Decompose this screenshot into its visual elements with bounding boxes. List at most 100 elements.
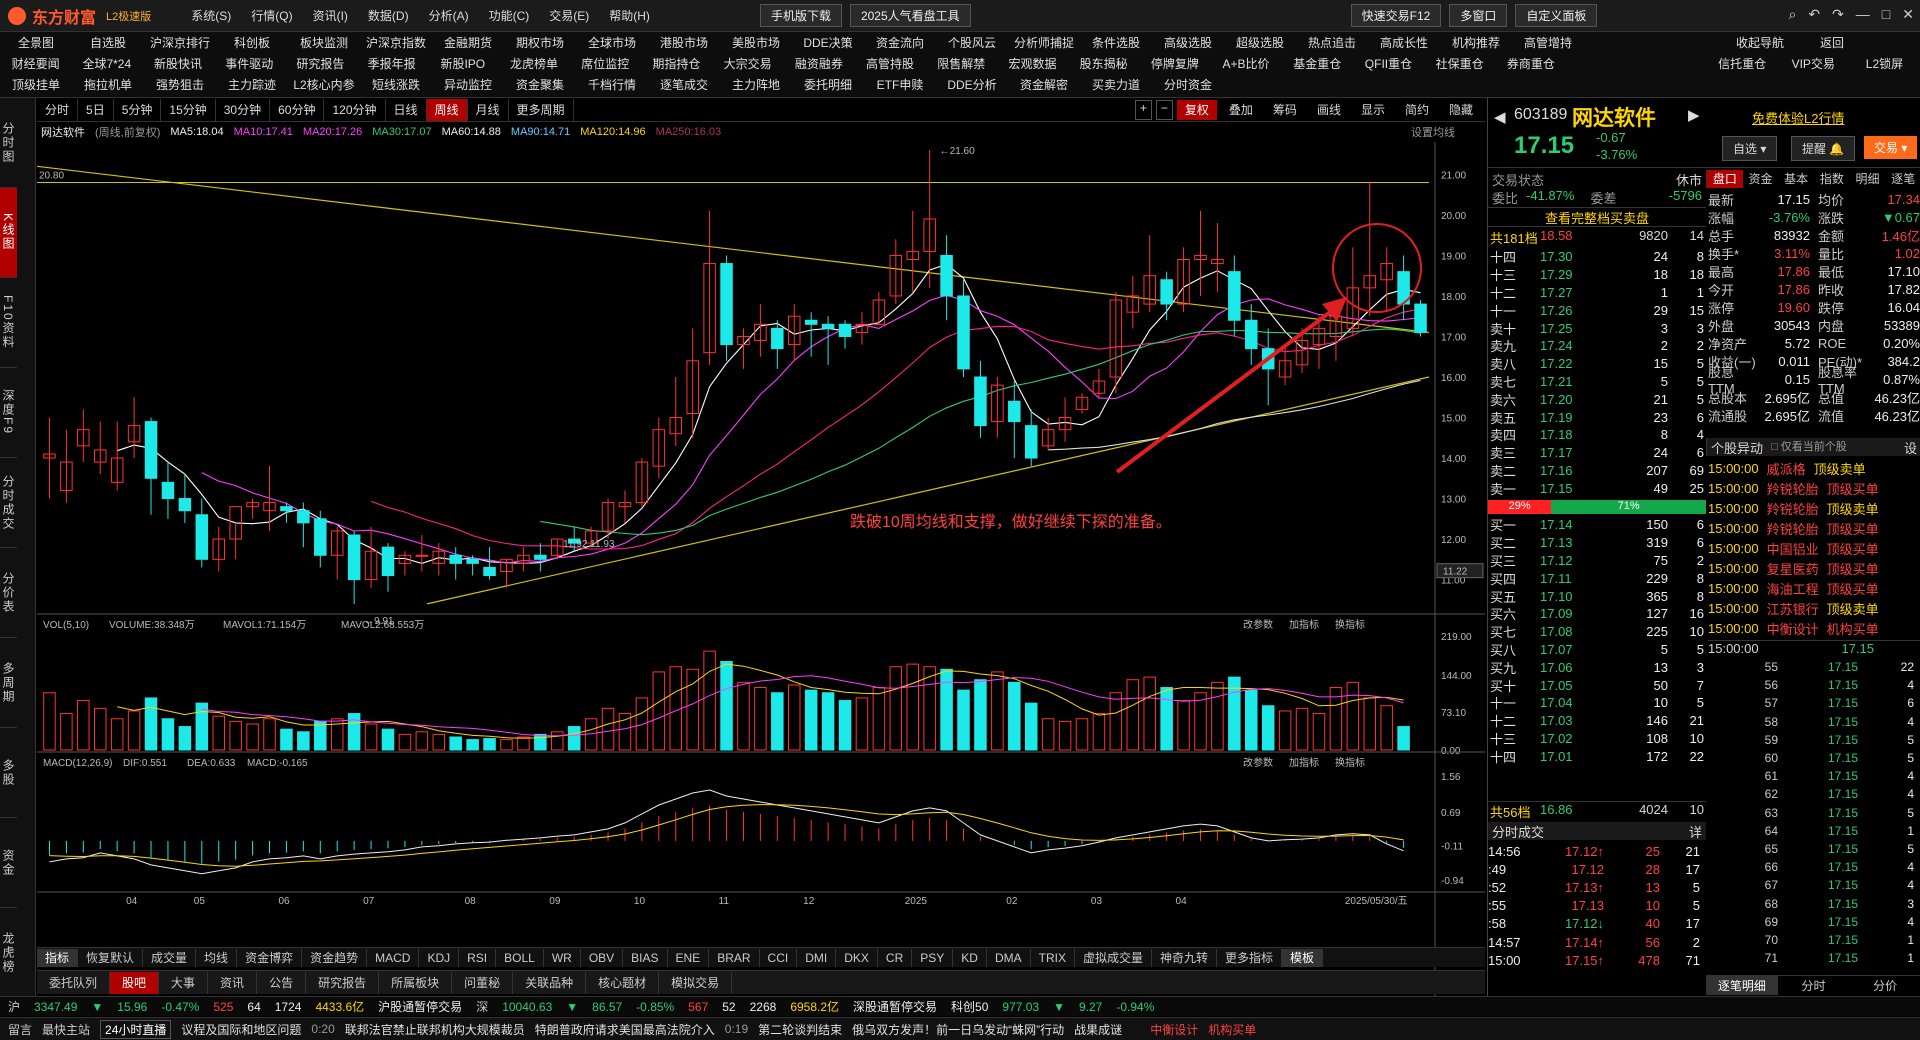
news-item[interactable]: 议程及国际和地区问题 xyxy=(181,1021,301,1038)
chart-tool-button[interactable]: 简约 xyxy=(1397,100,1437,120)
mobile-download-button[interactable]: 手机版下载 xyxy=(759,4,842,27)
indicator-tab[interactable]: ENE xyxy=(668,948,710,967)
nav-item[interactable]: 宏观数据 xyxy=(997,55,1068,72)
nav-item[interactable]: 分析师捕捉 xyxy=(1008,34,1080,51)
nav-item[interactable]: 大宗交易 xyxy=(712,55,783,72)
ask-row[interactable]: 卖八 17.22 15 5 xyxy=(1490,355,1706,373)
nav-item[interactable]: 事件驱动 xyxy=(214,55,285,72)
kline-svg[interactable]: 21.00 20.00 19.00 18.00 17.00 16.00 15.00 14.00… xyxy=(37,142,1485,1002)
nav-item[interactable]: L2核心内参 xyxy=(288,76,360,93)
alert-row[interactable]: 15:00:00 中衡设计 机构买单 xyxy=(1708,618,1920,638)
bid-row[interactable]: 买一 17.14 150 6 xyxy=(1490,516,1706,534)
news-item[interactable]: 战果成谜 xyxy=(1074,1021,1122,1038)
indicator-tab[interactable]: BRAR xyxy=(709,948,760,967)
chart-tool-button[interactable]: 叠加 xyxy=(1221,100,1261,120)
view-tab[interactable]: 龙虎榜 xyxy=(0,908,17,998)
info-tab[interactable]: 关联品种 xyxy=(513,971,587,994)
period-tab[interactable]: 30分钟 xyxy=(216,98,271,121)
info-tab[interactable]: 研究报告 xyxy=(306,971,380,994)
nav-item[interactable]: 科创板 xyxy=(216,34,288,51)
indicator-tab[interactable]: 指标 xyxy=(37,948,79,967)
nav-item[interactable]: 超级选股 xyxy=(1224,34,1296,51)
nav-item[interactable]: 券商重仓 xyxy=(1495,55,1566,72)
view-tab[interactable]: 多周期 xyxy=(0,638,17,728)
alert-row[interactable]: 15:00:00 羚锐轮胎 顶级买单 xyxy=(1708,518,1920,538)
period-tab[interactable]: 更多周期 xyxy=(509,98,574,121)
nav-item[interactable]: 板块监测 xyxy=(288,34,360,51)
search-icon[interactable]: ⌕ xyxy=(1788,6,1796,23)
back-icon[interactable]: ↶ xyxy=(1808,6,1820,23)
quick-trade-button[interactable]: 快速交易F12 xyxy=(1350,4,1442,27)
period-tab[interactable]: 月线 xyxy=(468,98,509,121)
bid-row[interactable]: 买九 17.06 13 3 xyxy=(1490,658,1706,676)
view-tab[interactable]: F10资料 xyxy=(0,278,17,368)
bid-row[interactable]: 买二 17.13 319 6 xyxy=(1490,534,1706,552)
indicator-tab[interactable]: PSY xyxy=(912,948,954,967)
nav-item[interactable]: L2锁屏 xyxy=(1849,55,1920,72)
chart-tool-button[interactable]: 筹码 xyxy=(1265,100,1305,120)
indicator-tab[interactable]: KD xyxy=(953,948,987,967)
indicator-tab[interactable]: 均线 xyxy=(196,948,238,967)
indicator-tab[interactable]: 恢复默认 xyxy=(78,948,144,967)
nav-item[interactable]: QFII重仓 xyxy=(1353,55,1424,72)
indicator-tab[interactable]: 成交量 xyxy=(143,948,197,967)
ask-row[interactable]: 十一 17.26 29 15 xyxy=(1490,301,1706,319)
bid-row[interactable]: 买八 17.07 5 5 xyxy=(1490,641,1706,659)
view-tab[interactable]: 资金 xyxy=(0,818,17,908)
nav-item[interactable]: 千档行情 xyxy=(576,76,648,93)
indicator-tab[interactable]: DKX xyxy=(836,948,878,967)
indicator-tab[interactable]: RSI xyxy=(459,948,497,967)
ask-row[interactable]: 十四 17.30 24 8 xyxy=(1490,248,1706,266)
nav-item[interactable]: 高管增持 xyxy=(1512,34,1584,51)
nav-item[interactable]: 短线涨跌 xyxy=(360,76,432,93)
alerts-settings-button[interactable]: 设 xyxy=(1904,438,1917,456)
nav-item[interactable]: 财经要闻 xyxy=(0,55,71,72)
ask-row[interactable]: 卖二 17.16 207 69 xyxy=(1490,462,1706,480)
info-tab[interactable]: 问董秘 xyxy=(452,971,514,994)
nav-item[interactable]: 基金重仓 xyxy=(1282,55,1353,72)
nav-item[interactable]: 顶级挂单 xyxy=(0,76,72,93)
ask-row[interactable]: 卖六 17.20 21 5 xyxy=(1490,390,1706,408)
nav-item[interactable]: 资金聚集 xyxy=(504,76,576,93)
bid-row[interactable]: 买三 17.12 75 2 xyxy=(1490,552,1706,570)
chart-tool-button[interactable]: 显示 xyxy=(1353,100,1393,120)
detail-tab[interactable]: 基本 xyxy=(1778,170,1814,188)
nav-item[interactable]: 期权市场 xyxy=(504,34,576,51)
menu-item[interactable]: 资讯(I) xyxy=(313,7,348,24)
menu-item[interactable]: 交易(E) xyxy=(549,7,589,24)
info-tab[interactable]: 所属板块 xyxy=(379,971,453,994)
nav-item[interactable]: 季报年报 xyxy=(356,55,427,72)
ask-row[interactable]: 卖七 17.21 5 5 xyxy=(1490,373,1706,391)
ask-row[interactable]: 十二 17.27 1 1 xyxy=(1490,284,1706,302)
nav-item[interactable]: 返回 xyxy=(1796,34,1868,51)
info-tab[interactable]: 资讯 xyxy=(208,971,258,994)
nav-item[interactable]: 港股市场 xyxy=(648,34,720,51)
period-tab[interactable]: 分时 xyxy=(37,98,79,121)
nav-item[interactable]: 信托重仓 xyxy=(1706,55,1777,72)
indicator-tab[interactable]: 虚拟成交量 xyxy=(1075,948,1152,967)
period-tab[interactable]: 5分钟 xyxy=(114,98,162,121)
nav-item[interactable]: 高管持股 xyxy=(854,55,925,72)
alert-row[interactable]: 15:00:00 复星医药 顶级买单 xyxy=(1708,558,1920,578)
news-item[interactable]: 第二轮谈判结束 xyxy=(758,1021,842,1038)
bid-row[interactable]: 十四 17.01 172 22 xyxy=(1490,747,1706,765)
detail-tab[interactable]: 资金 xyxy=(1743,170,1779,188)
nav-item[interactable]: 全景图 xyxy=(0,34,72,51)
news-item[interactable]: 联邦法官禁止联邦机构大规模裁员 xyxy=(345,1021,525,1038)
menu-item[interactable]: 帮助(H) xyxy=(609,7,650,24)
indicator-tab[interactable]: 更多指标 xyxy=(1217,948,1282,967)
minus-icon[interactable]: − xyxy=(1155,100,1173,120)
right-bottom-tab[interactable]: 分时 xyxy=(1778,976,1850,995)
bid-row[interactable]: 买七 17.08 225 10 xyxy=(1490,623,1706,641)
bid-row[interactable]: 十三 17.02 108 10 xyxy=(1490,730,1706,748)
nav-item[interactable]: 自选股 xyxy=(72,34,144,51)
next-arrow-icon[interactable]: ▶ xyxy=(1688,106,1700,124)
nav-item[interactable]: 席位监控 xyxy=(570,55,641,72)
ask-row[interactable]: 卖三 17.17 24 6 xyxy=(1490,444,1706,462)
remind-button[interactable]: 提醒 🔔 xyxy=(1791,136,1856,161)
nav-item[interactable]: 沪深京指数 xyxy=(360,34,432,51)
info-tab[interactable]: 大事 xyxy=(159,971,209,994)
bid-row[interactable]: 买六 17.09 127 16 xyxy=(1490,605,1706,623)
multi-window-button[interactable]: 多窗口 xyxy=(1449,4,1508,27)
indicator-tab[interactable]: DMA xyxy=(987,948,1031,967)
